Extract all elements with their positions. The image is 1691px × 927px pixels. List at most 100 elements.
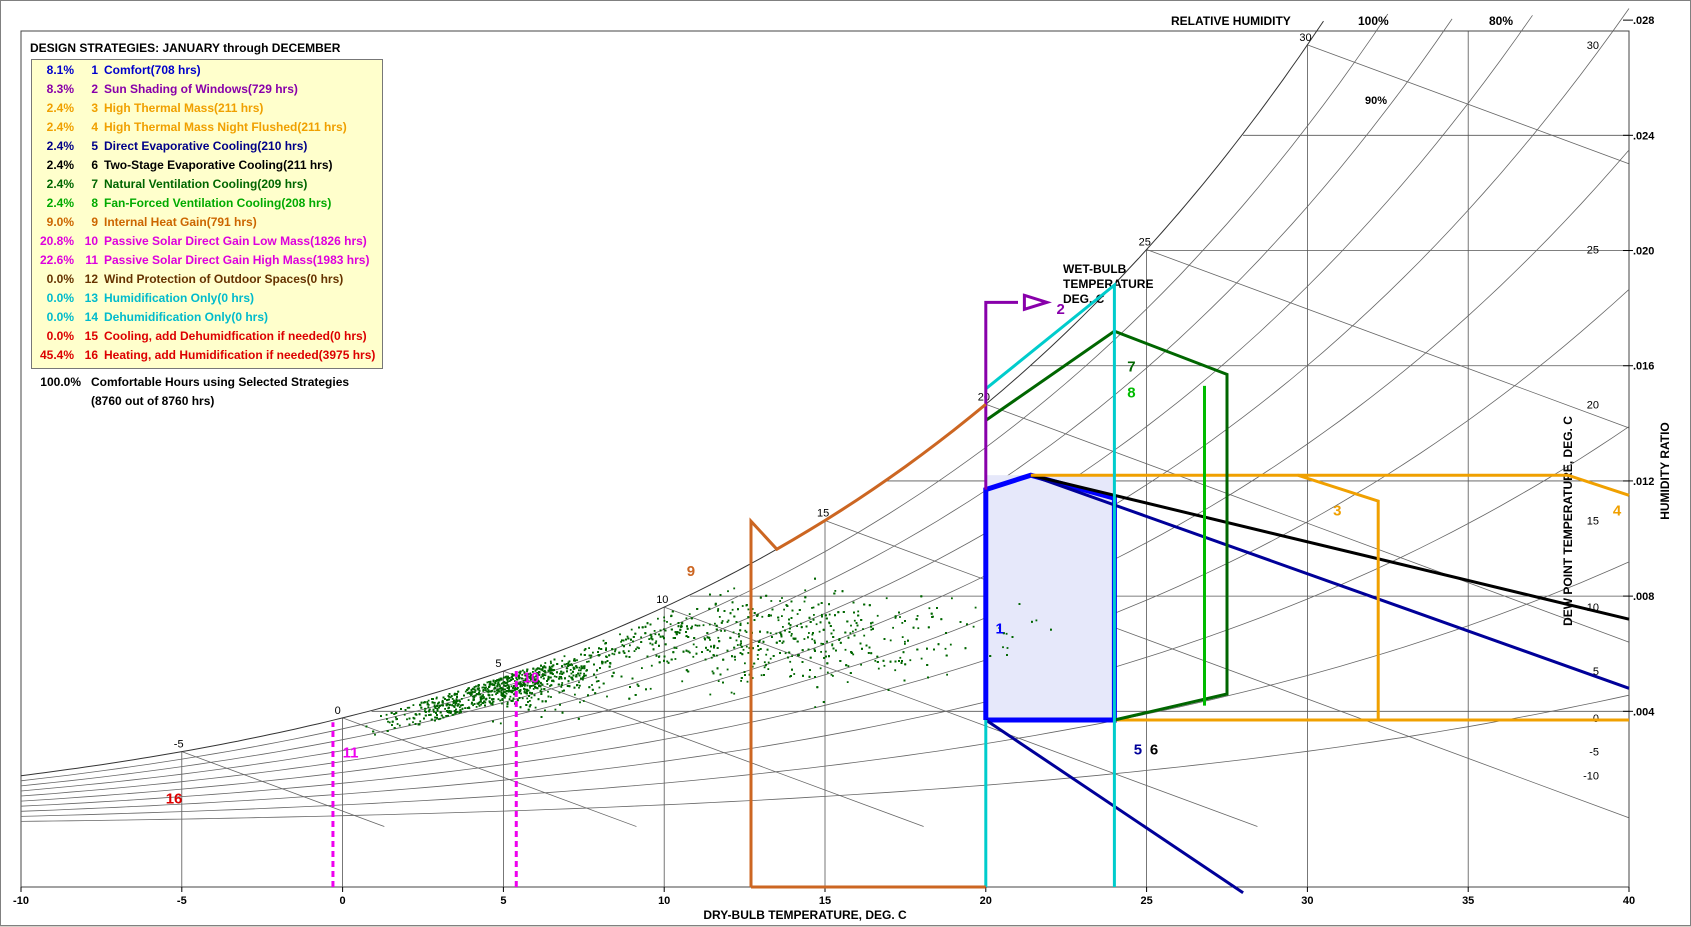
scatter-point: [518, 677, 521, 680]
scatter-point: [822, 701, 825, 703]
scatter-point: [571, 677, 574, 680]
scatter-point: [787, 656, 789, 659]
x-tick-label: -10: [13, 895, 29, 907]
scatter-point: [849, 672, 852, 674]
scatter-point: [708, 636, 711, 639]
scatter-point: [567, 665, 570, 667]
scatter-point: [511, 673, 514, 676]
scatter-point: [608, 665, 611, 668]
scatter-point: [726, 621, 729, 623]
scatter-point: [499, 687, 502, 690]
scatter-point: [883, 638, 886, 640]
humidity-tick-label: .004: [1633, 706, 1655, 718]
scatter-point: [885, 597, 888, 600]
scatter-point: [520, 692, 522, 695]
scatter-point: [467, 691, 470, 694]
scatter-point: [718, 616, 721, 618]
scatter-point: [662, 635, 664, 638]
scatter-point: [424, 711, 427, 713]
scatter-point: [852, 630, 854, 633]
scatter-point: [442, 696, 445, 699]
scatter-point: [632, 636, 635, 638]
scatter-point: [804, 589, 807, 592]
scatter-point: [782, 640, 785, 643]
scatter-point: [510, 679, 513, 681]
scatter-point: [783, 608, 785, 611]
scatter-point: [551, 665, 554, 668]
wetbulb-tick-label: 0: [335, 705, 341, 717]
scatter-point: [927, 626, 930, 629]
scatter-point: [800, 626, 803, 629]
scatter-point: [926, 664, 929, 666]
humidity-tick-label: .020: [1633, 246, 1654, 258]
scatter-point: [740, 677, 743, 679]
scatter-point: [439, 704, 441, 707]
scatter-point: [737, 608, 739, 611]
scatter-point: [889, 639, 892, 642]
scatter-point: [821, 615, 823, 618]
scatter-point: [511, 691, 514, 694]
scatter-point: [456, 705, 459, 707]
scatter-point: [626, 635, 629, 638]
scatter-point: [696, 624, 699, 627]
scatter-point: [870, 622, 872, 625]
scatter-point: [436, 709, 439, 712]
scatter-point: [540, 688, 543, 691]
scatter-point: [646, 622, 649, 625]
scatter-point: [763, 674, 765, 676]
scatter-point: [930, 612, 933, 615]
scatter-point: [579, 701, 581, 704]
scatter-point: [687, 650, 690, 653]
scatter-point: [614, 650, 616, 653]
scatter-point: [529, 704, 532, 706]
scatter-point: [706, 632, 709, 634]
scatter-point: [972, 625, 975, 628]
scatter-point: [550, 696, 552, 698]
scatter-point: [470, 689, 473, 691]
scatter-point: [824, 650, 827, 653]
scatter-point: [772, 655, 775, 657]
legend-item-number: 14: [84, 310, 98, 324]
scatter-point: [868, 646, 871, 649]
scatter-point: [597, 680, 600, 682]
scatter-point: [436, 714, 438, 716]
scatter-point: [901, 660, 903, 662]
scatter-point: [739, 643, 742, 646]
scatter-point: [535, 686, 537, 689]
scatter-point: [753, 619, 756, 621]
scatter-point: [492, 720, 494, 723]
scatter-point: [477, 687, 479, 690]
scatter-point: [649, 642, 652, 645]
x-tick-label: 40: [1623, 895, 1635, 907]
scatter-point: [820, 642, 823, 645]
scatter-point: [591, 684, 593, 686]
scatter-point: [528, 695, 530, 697]
scatter-point: [398, 724, 401, 727]
scatter-point: [414, 713, 417, 716]
wetbulb-tick-label: -5: [174, 739, 184, 751]
scatter-point: [424, 707, 426, 710]
legend-item-percent: 2.4%: [46, 158, 74, 172]
scatter-point: [871, 621, 874, 624]
scatter-point: [808, 675, 811, 678]
scatter-point: [583, 665, 586, 668]
scatter-point: [560, 684, 563, 686]
scatter-point: [477, 684, 480, 687]
scatter-point: [442, 716, 445, 719]
scatter-point: [784, 629, 786, 632]
scatter-point: [518, 697, 521, 699]
scatter-point: [518, 674, 520, 677]
scatter-point: [770, 614, 772, 617]
scatter-point: [605, 655, 607, 658]
scatter-point: [480, 703, 482, 706]
scatter-point: [484, 687, 487, 689]
scatter-point: [720, 630, 722, 632]
scatter-point: [817, 603, 820, 606]
scatter-point: [709, 639, 711, 641]
scatter-point: [573, 659, 575, 662]
scatter-point: [835, 649, 837, 652]
scatter-point: [832, 647, 835, 650]
scatter-point: [807, 636, 809, 639]
scatter-point: [874, 659, 877, 662]
scatter-point: [765, 594, 768, 597]
